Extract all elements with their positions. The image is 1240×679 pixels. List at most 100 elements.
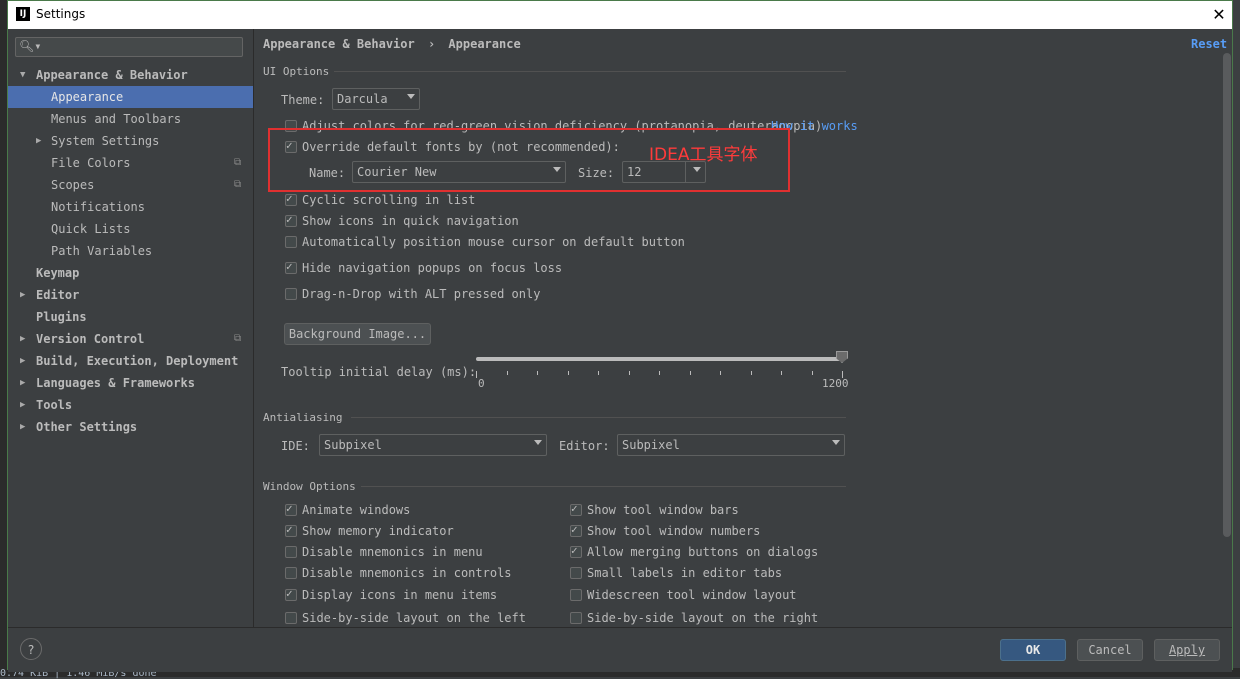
slider-tick <box>598 371 599 375</box>
sidebar-item[interactable]: ▶ Tools <box>8 394 253 416</box>
ide-aa-label: IDE: <box>281 439 310 453</box>
tooltip-delay-slider-thumb[interactable] <box>836 351 848 363</box>
slider-tick <box>811 371 813 375</box>
search-input[interactable]: 🔍︎▾ <box>15 37 243 57</box>
window-option-checkbox[interactable] <box>570 612 582 624</box>
collapse-arrow-icon[interactable]: ▶ <box>20 394 25 416</box>
sidebar-item[interactable]: ▶ Other Settings <box>8 416 253 438</box>
editor-aa-select[interactable]: Subpixel <box>617 434 845 456</box>
theme-select[interactable]: Darcula <box>332 88 420 110</box>
sidebar-item[interactable]: Plugins <box>8 306 253 328</box>
window-option-label: Show tool window bars <box>587 503 739 517</box>
project-scope-icon: ⧉ <box>234 333 242 344</box>
slider-tick <box>537 371 538 375</box>
cyclic-scrolling-label: Cyclic scrolling in list <box>302 193 476 207</box>
expand-arrow-icon[interactable]: ▼ <box>20 64 25 86</box>
close-icon[interactable]: ✕ <box>1208 4 1230 26</box>
slider-tick <box>750 371 752 375</box>
window-option-checkbox[interactable] <box>570 567 582 579</box>
editor-aa-label: Editor: <box>559 439 610 453</box>
window-option-label: Show tool window numbers <box>587 524 761 538</box>
window-option-checkbox[interactable] <box>570 544 582 558</box>
reset-link[interactable]: Reset <box>1191 37 1227 51</box>
sidebar-item[interactable]: Notifications <box>8 196 253 218</box>
cyclic-scrolling-checkbox[interactable] <box>285 192 297 206</box>
window-option-checkbox[interactable] <box>285 587 297 601</box>
slider-tick <box>689 371 691 375</box>
chevron-down-icon <box>832 440 840 445</box>
collapse-arrow-icon[interactable]: ▶ <box>20 350 25 372</box>
window-option-label: Disable mnemonics in controls <box>302 566 512 580</box>
section-divider <box>361 486 846 487</box>
tooltip-delay-slider-track[interactable] <box>476 357 842 361</box>
collapse-arrow-icon[interactable]: ▶ <box>20 328 25 350</box>
sidebar-item[interactable]: ▶ Editor <box>8 284 253 306</box>
window-option-checkbox[interactable] <box>285 612 297 624</box>
sidebar-item-label: Languages & Frameworks <box>36 376 195 390</box>
window-option-checkbox[interactable] <box>285 502 297 516</box>
sidebar-item[interactable]: ▶ Version Control ⧉ <box>8 328 253 350</box>
collapse-arrow-icon[interactable]: ▶ <box>20 416 25 438</box>
sidebar-item-label: Scopes <box>51 178 95 192</box>
window-option-label: Allow merging buttons on dialogs <box>587 545 819 559</box>
sidebar-item[interactable]: Quick Lists <box>8 218 253 240</box>
theme-value: Darcula <box>337 92 388 106</box>
cancel-button[interactable]: Cancel <box>1077 639 1143 661</box>
sidebar-item[interactable]: File Colors ⧉ <box>8 152 253 174</box>
window-option-checkbox[interactable] <box>285 567 297 579</box>
window-options-heading: Window Options <box>263 480 356 493</box>
collapse-arrow-icon[interactable]: ▶ <box>20 372 25 394</box>
ide-aa-select[interactable]: Subpixel <box>319 434 547 456</box>
ok-button[interactable]: OK <box>1000 639 1066 661</box>
window-option-label: Animate windows <box>302 503 411 517</box>
slider-tick <box>506 371 508 375</box>
show-icons-nav-label: Show icons in quick navigation <box>302 214 519 228</box>
ui-options-heading: UI Options <box>263 65 330 78</box>
window-option-label: Small labels in editor tabs <box>587 566 783 580</box>
sidebar-item-label: Appearance & Behavior <box>36 68 188 82</box>
sidebar-item-label: Quick Lists <box>51 222 131 236</box>
window-option-label: Display icons in menu items <box>302 588 498 602</box>
sidebar-item-label: Tools <box>36 398 73 412</box>
sidebar-item[interactable]: ▶ Build, Execution, Deployment <box>8 350 253 372</box>
settings-sidebar: 🔍︎▾ ▼ Appearance & Behavior Appearance Menu… <box>8 29 254 627</box>
window-option-checkbox[interactable] <box>285 546 297 558</box>
sidebar-item-label: Menus and Toolbars <box>51 112 182 126</box>
window-option-checkbox[interactable] <box>570 523 582 537</box>
window-option-checkbox[interactable] <box>285 523 297 537</box>
sidebar-item[interactable]: Scopes ⧉ <box>8 174 253 196</box>
title-bar: IJ Settings ✕ <box>8 1 1232 29</box>
hide-popups-checkbox[interactable] <box>285 260 297 274</box>
window-option-label: Widescreen tool window layout <box>587 588 797 602</box>
sidebar-item-label: System Settings <box>51 134 160 148</box>
slider-min-label: 0 <box>478 377 485 390</box>
auto-cursor-checkbox[interactable] <box>285 236 297 248</box>
annotation-text: IDEA工具字体 <box>649 145 758 165</box>
sidebar-item[interactable]: ▶ Languages & Frameworks <box>8 372 253 394</box>
sidebar-item[interactable]: Menus and Toolbars <box>8 108 253 130</box>
window-option-checkbox[interactable] <box>570 502 582 516</box>
sidebar-item[interactable]: ▶ System Settings <box>8 130 253 152</box>
collapse-arrow-icon[interactable]: ▶ <box>36 130 41 152</box>
window-option-label: Disable mnemonics in menu <box>302 545 483 559</box>
sidebar-item-label: Plugins <box>36 310 87 324</box>
breadcrumb-parent: Appearance & Behavior <box>263 37 415 51</box>
settings-dialog: IJ Settings ✕ 🔍︎▾ ▼ Appearance & Behavior… <box>7 0 1233 672</box>
apply-button[interactable]: Apply <box>1154 639 1220 661</box>
sidebar-item[interactable]: Path Variables <box>8 240 253 262</box>
sidebar-item[interactable]: Appearance <box>8 86 253 108</box>
slider-tick <box>720 371 721 375</box>
collapse-arrow-icon[interactable]: ▶ <box>20 284 25 306</box>
window-title: Settings <box>36 7 86 21</box>
vertical-scrollbar[interactable] <box>1223 53 1231 537</box>
drag-drop-checkbox[interactable] <box>285 288 297 300</box>
sidebar-item-label: Appearance <box>51 90 124 104</box>
sidebar-item[interactable]: ▼ Appearance & Behavior <box>8 64 253 86</box>
sidebar-item[interactable]: Keymap <box>8 262 253 284</box>
hide-popups-label: Hide navigation popups on focus loss <box>302 261 563 275</box>
window-option-checkbox[interactable] <box>570 589 582 601</box>
help-button[interactable]: ? <box>20 638 42 660</box>
background-image-button[interactable]: Background Image... <box>284 323 431 345</box>
slider-tick <box>628 371 630 375</box>
show-icons-nav-checkbox[interactable] <box>285 213 297 227</box>
